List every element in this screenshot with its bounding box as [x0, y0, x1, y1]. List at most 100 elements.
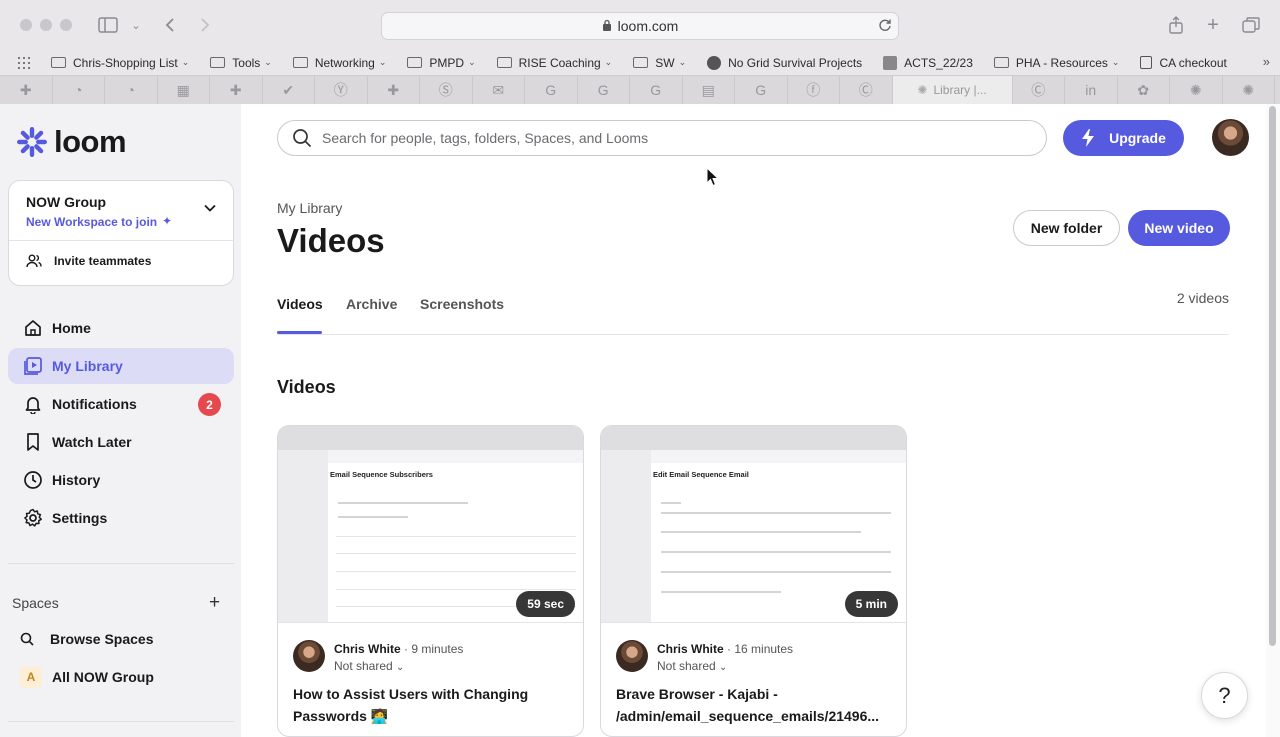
upgrade-button[interactable]: Upgrade [1063, 120, 1184, 156]
more-bookmarks-icon[interactable]: » [1263, 54, 1270, 69]
space-all-now-group[interactable]: A All NOW Group [20, 666, 154, 688]
tab-favicon-c[interactable]: Ⓒ [1013, 76, 1065, 104]
thumbnail-line [661, 502, 681, 504]
invite-label: Invite teammates [54, 254, 152, 268]
video-card[interactable]: Email Sequence Subscribers 59 sec Chris … [277, 425, 584, 737]
close-window-button[interactable] [20, 19, 32, 31]
tab-favicon-gear[interactable]: ✺ [1170, 76, 1223, 104]
tab-favicon-mail[interactable]: ✉ [473, 76, 525, 104]
workspace-divider [9, 240, 233, 241]
video-title[interactable]: Brave Browser - Kajabi - /admin/email_se… [616, 683, 891, 727]
sidebar-divider [8, 563, 234, 564]
mouse-cursor-icon [706, 167, 720, 187]
bookmark-label: ACTS_22/23 [904, 55, 973, 70]
sidebar-item-notifications[interactable]: Notifications 2 [8, 386, 234, 422]
loom-logo-icon [17, 127, 47, 157]
workspace-switcher[interactable]: NOW Group New Workspace to join ✦ Invite… [8, 180, 234, 286]
tab-archive[interactable]: Archive [346, 296, 397, 312]
tab-screenshots[interactable]: Screenshots [420, 296, 504, 312]
thumbnail-line [661, 551, 891, 553]
bookmark-ca-checkout[interactable]: CA checkout [1140, 56, 1227, 70]
tab-favicon-plus[interactable]: ✚ [0, 76, 53, 104]
tab-favicon-plus[interactable]: ✚ [368, 76, 420, 104]
tab-favicon-google[interactable]: G [578, 76, 630, 104]
tab-favicon-clock[interactable]: ◔ [53, 76, 105, 104]
scrollbar[interactable] [1266, 104, 1280, 737]
new-folder-button[interactable]: New folder [1013, 210, 1120, 246]
tab-favicon-doc[interactable]: ▤ [683, 76, 735, 104]
tab-favicon-google[interactable]: G [735, 76, 788, 104]
thumbnail-chrome [278, 426, 583, 450]
tab-loom-library[interactable]: ✺ Library |... [892, 76, 1013, 104]
tab-favicon-clock[interactable]: ◔ [105, 76, 158, 104]
tab-favicon-gear[interactable]: ✺ [1223, 76, 1275, 104]
tab-favicon-y[interactable]: Ⓨ [315, 76, 368, 104]
tab-favicon-plus[interactable]: ✚ [210, 76, 263, 104]
sidebar-menu-chevron-icon[interactable]: ⌄ [125, 14, 147, 36]
sidebar-item-my-library[interactable]: My Library [8, 348, 234, 384]
upgrade-label: Upgrade [1109, 130, 1166, 146]
breadcrumb[interactable]: My Library [277, 200, 342, 216]
share-status-dropdown[interactable]: Not shared ⌄ [334, 659, 404, 673]
bookmark-rise-coaching[interactable]: RISE Coaching ⌄ [496, 56, 612, 70]
apps-grid-icon[interactable] [18, 56, 30, 69]
space-label: All NOW Group [52, 669, 154, 685]
browse-spaces-link[interactable]: Browse Spaces [20, 631, 154, 647]
tab-favicon-grid[interactable]: ▦ [158, 76, 210, 104]
tab-videos[interactable]: Videos [277, 296, 323, 312]
add-space-button[interactable]: + [209, 592, 220, 614]
video-thumbnail[interactable]: Edit Email Sequence Email 5 min [601, 426, 906, 623]
bookmark-tools[interactable]: Tools ⌄ [210, 56, 272, 70]
help-button[interactable]: ? [1201, 672, 1248, 719]
loom-logo[interactable]: loom [16, 124, 127, 160]
video-thumbnail[interactable]: Email Sequence Subscribers 59 sec [278, 426, 583, 623]
sidebar-item-label: Watch Later [52, 434, 132, 450]
workspace-join-link[interactable]: New Workspace to join [26, 215, 157, 229]
sidebar-item-settings[interactable]: Settings [8, 500, 234, 536]
bookmark-networking[interactable]: Networking ⌄ [292, 56, 386, 70]
chevron-down-icon[interactable] [203, 201, 217, 215]
new-tab-icon[interactable]: + [1202, 14, 1224, 36]
sidebar-item-history[interactable]: History [8, 462, 234, 498]
bookmark-acts[interactable]: ACTS_22/23 [883, 55, 973, 70]
new-video-button[interactable]: New video [1128, 210, 1230, 246]
sidebar-item-watch-later[interactable]: Watch Later [8, 424, 234, 460]
sidebar-toggle-icon[interactable] [97, 14, 119, 36]
forward-icon[interactable] [194, 14, 216, 36]
tab-favicon-linkedin[interactable]: in [1065, 76, 1118, 104]
zoom-window-button[interactable] [60, 19, 72, 31]
tab-favicon-check[interactable]: ✔ [263, 76, 315, 104]
loom-favicon-icon: ✺ [917, 83, 928, 97]
video-card[interactable]: Edit Email Sequence Email 5 min Chris Wh… [600, 425, 907, 737]
bookmark-pmpd[interactable]: PMPD ⌄ [407, 56, 476, 70]
minimize-window-button[interactable] [40, 19, 52, 31]
thumbnail-row [336, 571, 576, 572]
tab-favicon-openai[interactable]: ✿ [1118, 76, 1170, 104]
sidebar-item-home[interactable]: Home [8, 310, 234, 346]
tab-favicon-s[interactable]: Ⓢ [420, 76, 473, 104]
bookmark-icon [27, 433, 39, 451]
user-avatar[interactable] [1212, 119, 1249, 156]
bookmark-pha-resources[interactable]: PHA - Resources ⌄ [993, 55, 1119, 70]
video-title[interactable]: How to Assist Users with Changing Passwo… [293, 683, 568, 727]
back-icon[interactable] [159, 14, 181, 36]
tab-favicon-facebook[interactable]: ⓕ [788, 76, 840, 104]
author-name: Chris White [657, 642, 724, 656]
share-status-dropdown[interactable]: Not shared ⌄ [657, 659, 727, 673]
search-input[interactable] [322, 130, 1002, 146]
bookmark-chris-shopping-list[interactable]: Chris-Shopping List ⌄ [51, 56, 189, 70]
tab-favicon-google[interactable]: G [525, 76, 578, 104]
reload-icon[interactable] [878, 18, 892, 35]
bookmark-label: PHA - Resources [1015, 55, 1108, 70]
tab-overview-icon[interactable] [1240, 14, 1262, 36]
thumbnail-line [661, 591, 781, 593]
share-icon[interactable] [1165, 14, 1187, 36]
search-bar[interactable] [277, 120, 1047, 156]
address-bar[interactable]: loom.com [381, 12, 899, 40]
bookmark-sw[interactable]: SW ⌄ [633, 56, 686, 70]
tab-favicon-google[interactable]: G [630, 76, 683, 104]
bookmark-no-grid-survival[interactable]: No Grid Survival Projects [707, 55, 862, 70]
tab-favicon-c[interactable]: Ⓒ [840, 76, 893, 104]
scrollbar-thumb[interactable] [1269, 106, 1276, 646]
invite-teammates-button[interactable]: Invite teammates [26, 254, 151, 268]
